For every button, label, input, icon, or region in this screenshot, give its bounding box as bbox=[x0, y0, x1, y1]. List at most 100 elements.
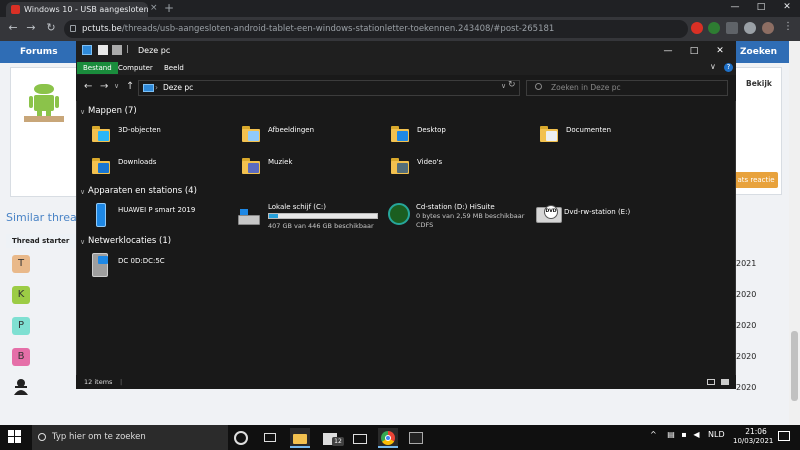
device-icon[interactable]: ▪ bbox=[681, 430, 686, 439]
address-bar[interactable]: pctuts.be/threads/usb-aangesloten-androi… bbox=[64, 20, 688, 38]
extension-green-icon[interactable] bbox=[708, 22, 720, 34]
thread-year: 2020 bbox=[736, 290, 757, 299]
item-count: 12 items bbox=[84, 378, 113, 386]
breadcrumb: Deze pc bbox=[163, 83, 194, 92]
recent-locations-icon[interactable]: ∨ bbox=[114, 82, 119, 90]
back-button[interactable]: ← bbox=[6, 21, 20, 34]
explorer-close-button[interactable]: ✕ bbox=[707, 43, 733, 59]
quick-access-separator: | bbox=[126, 44, 129, 53]
language-indicator[interactable]: NLD bbox=[708, 430, 725, 439]
group-collapse-icon[interactable]: ∨ bbox=[80, 108, 85, 116]
extensions-icon[interactable] bbox=[744, 22, 756, 34]
start-button[interactable] bbox=[8, 430, 22, 444]
group-header-folders[interactable]: Mappen (7) bbox=[88, 106, 137, 116]
folder-downloads[interactable]: Downloads bbox=[90, 156, 230, 184]
clock-time[interactable]: 21:06 bbox=[741, 427, 771, 436]
network-icon[interactable]: ▤ bbox=[667, 430, 675, 439]
app-icon[interactable] bbox=[406, 428, 426, 448]
new-folder-icon[interactable] bbox=[112, 45, 122, 55]
properties-icon[interactable] bbox=[98, 45, 108, 55]
android-robot-image bbox=[24, 84, 64, 122]
explorer-minimize-button[interactable]: — bbox=[655, 43, 681, 59]
volume-icon[interactable]: ◀ bbox=[693, 430, 699, 439]
up-button[interactable]: ↑ bbox=[126, 81, 134, 92]
browser-tab[interactable]: Windows 10 - USB aangesloten A bbox=[6, 2, 148, 17]
cortana-icon[interactable] bbox=[234, 431, 248, 445]
expand-ribbon-icon[interactable]: ∨ bbox=[710, 62, 716, 71]
profile-avatar-icon[interactable] bbox=[762, 22, 774, 34]
avatar[interactable]: T bbox=[12, 255, 30, 273]
forward-button[interactable]: → bbox=[24, 21, 38, 34]
site-search-button[interactable]: Zoeken bbox=[730, 44, 790, 60]
chrome-menu-icon[interactable]: ⋮ bbox=[783, 21, 793, 32]
drive-filesystem: CDFS bbox=[416, 221, 434, 229]
drive-e[interactable]: DVD Dvd-rw-station (E:) bbox=[534, 203, 674, 233]
browser-maximize-button[interactable]: □ bbox=[748, 0, 774, 17]
extension-red-icon[interactable] bbox=[691, 22, 703, 34]
explorer-address-bar[interactable]: › Deze pc bbox=[138, 80, 520, 96]
search-icon bbox=[535, 83, 542, 90]
taskbar-search-input[interactable]: Typ hier om te zoeken bbox=[32, 425, 228, 450]
folder-3d-objects[interactable]: 3D-objecten bbox=[90, 124, 230, 152]
network-location[interactable]: DC 0D:DC:5C bbox=[90, 253, 230, 281]
folder-label: 3D-objecten bbox=[118, 126, 161, 134]
browser-minimize-button[interactable]: — bbox=[722, 0, 748, 17]
system-tray: ^ ▤ ▪ ◀ NLD bbox=[650, 430, 725, 439]
explorer-forward-button[interactable]: → bbox=[100, 81, 108, 92]
scrollbar-thumb[interactable] bbox=[791, 331, 798, 401]
large-icons-view-icon[interactable] bbox=[721, 379, 729, 385]
mail-icon[interactable] bbox=[350, 428, 370, 448]
hisuite-disc-icon bbox=[388, 203, 410, 225]
clock-date[interactable]: 10/03/2021 bbox=[733, 437, 773, 445]
similar-threads-title: Similar thread bbox=[6, 211, 84, 224]
folder-desktop[interactable]: Desktop bbox=[389, 124, 529, 152]
explorer-search-input[interactable]: Zoeken in Deze pc bbox=[526, 80, 728, 96]
task-view-icon[interactable] bbox=[260, 428, 280, 448]
folder-label: Video's bbox=[417, 158, 443, 166]
tab-title: Windows 10 - USB aangesloten A bbox=[24, 5, 148, 14]
address-dropdown-icon[interactable]: ∨ bbox=[501, 82, 506, 90]
thread-year: 2021 bbox=[736, 259, 757, 268]
reload-button[interactable]: ↻ bbox=[44, 21, 58, 34]
group-header-network[interactable]: Netwerklocaties (1) bbox=[88, 236, 171, 246]
file-explorer-taskbar-icon[interactable] bbox=[290, 428, 310, 448]
downloads-folder-icon bbox=[92, 158, 110, 174]
new-tab-button[interactable]: + bbox=[164, 1, 174, 15]
refresh-button[interactable]: ↻ bbox=[508, 80, 516, 90]
chrome-taskbar-icon[interactable] bbox=[378, 428, 398, 448]
drive-d[interactable]: Cd-station (D:) HiSuite 0 bytes van 2,59… bbox=[386, 203, 534, 233]
chevron-up-icon[interactable]: ^ bbox=[650, 430, 657, 439]
explorer-back-button[interactable]: ← bbox=[84, 81, 92, 92]
avatar[interactable]: K bbox=[12, 286, 30, 304]
device-phone[interactable]: HUAWEI P smart 2019 bbox=[90, 203, 230, 233]
avatar-silhouette-icon[interactable] bbox=[12, 377, 30, 397]
post-reply-button[interactable]: ats reactie bbox=[734, 172, 778, 188]
dvd-disc-icon: DVD bbox=[544, 205, 558, 219]
folder-pictures[interactable]: Afbeeldingen bbox=[240, 124, 380, 152]
bekijk-link[interactable]: Bekijk bbox=[746, 79, 772, 88]
drive-label: Lokale schijf (C:) bbox=[268, 203, 326, 211]
extension-puzzle-icon[interactable] bbox=[726, 22, 738, 34]
browser-close-button[interactable]: ✕ bbox=[774, 0, 800, 17]
folder-label: Afbeeldingen bbox=[268, 126, 315, 134]
action-center-icon[interactable] bbox=[778, 431, 790, 441]
details-view-icon[interactable] bbox=[707, 379, 715, 385]
windows-logo-icon bbox=[8, 430, 14, 436]
help-icon[interactable]: ? bbox=[724, 63, 733, 72]
explorer-maximize-button[interactable]: □ bbox=[681, 43, 707, 59]
explorer-status-bar: 12 items | bbox=[76, 375, 736, 389]
thread-year: 2020 bbox=[736, 321, 757, 330]
folder-documents[interactable]: Documenten bbox=[538, 124, 678, 152]
forums-tab[interactable]: Forums bbox=[6, 44, 72, 60]
page-scrollbar[interactable] bbox=[789, 41, 800, 425]
tab-close-icon[interactable]: × bbox=[150, 3, 158, 13]
tab-beeld[interactable]: Beeld bbox=[158, 62, 190, 74]
group-collapse-icon[interactable]: ∨ bbox=[80, 238, 85, 246]
folder-music[interactable]: Muziek bbox=[240, 156, 380, 184]
group-header-devices[interactable]: Apparaten en stations (4) bbox=[88, 186, 197, 196]
avatar[interactable]: P bbox=[12, 317, 30, 335]
group-collapse-icon[interactable]: ∨ bbox=[80, 188, 85, 196]
folder-videos[interactable]: Video's bbox=[389, 156, 529, 184]
avatar[interactable]: B bbox=[12, 348, 30, 366]
tab-computer[interactable]: Computer bbox=[112, 62, 159, 74]
